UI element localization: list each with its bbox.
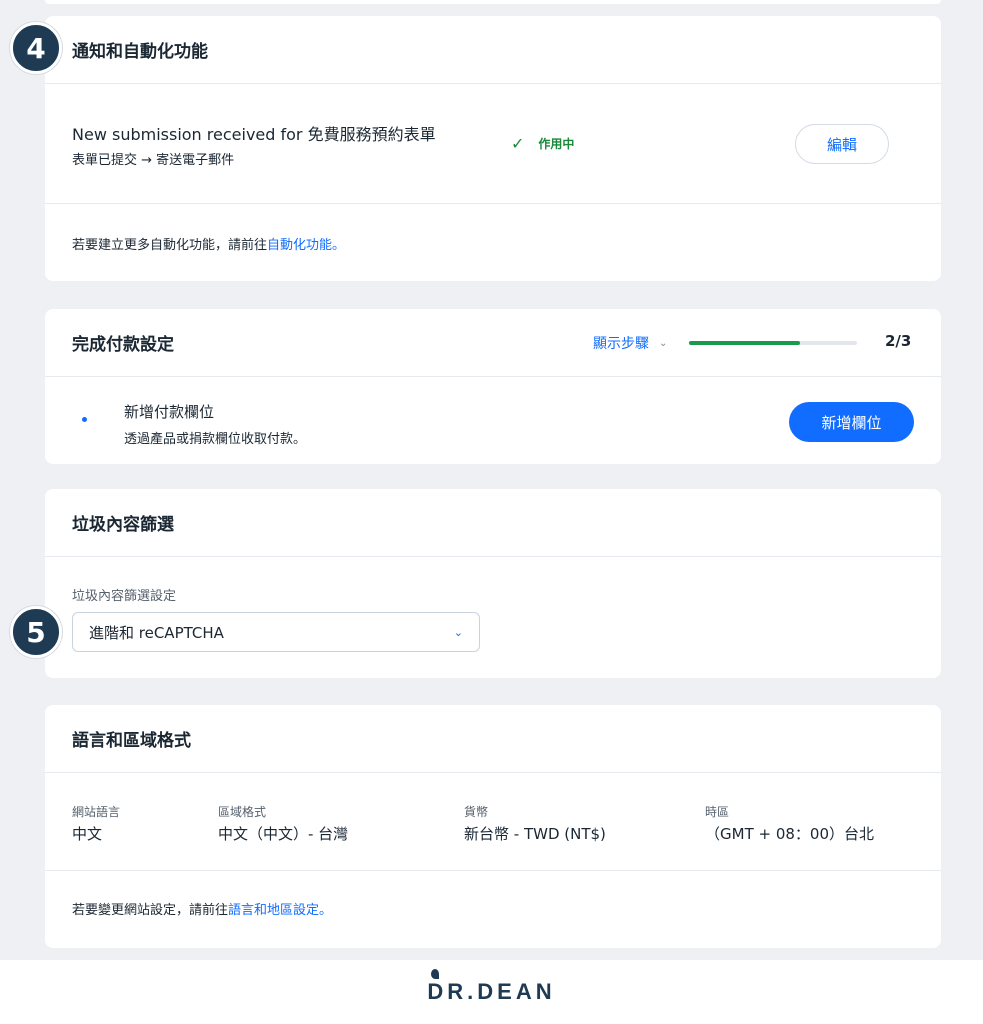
edit-button[interactable]: 編輯 — [795, 124, 889, 164]
automation-item: New submission received for 免費服務預約表單 表單已… — [45, 84, 941, 204]
spam-filter-select[interactable]: 進階和 reCAPTCHA ⌄ — [72, 612, 480, 652]
step-number: 5 — [26, 615, 46, 649]
logo-wordmark: DR.DEAN — [427, 969, 556, 1005]
language-footer: 若要變更網站設定，請前往語言和地區設定。 — [45, 871, 941, 947]
chevron-down-icon: ⌄ — [659, 337, 668, 349]
language-footer-text: 若要變更網站設定，請前往語言和地區設定。 — [72, 899, 332, 918]
add-field-button[interactable]: 新增欄位 — [789, 402, 914, 442]
language-footer-prefix: 若要變更網站設定，請前往 — [72, 903, 229, 918]
payment-item: 新增付款欄位 透過產品或捐款欄位收取付款。 新增欄位 — [45, 377, 941, 464]
progress-bar — [689, 341, 857, 345]
step-number: 4 — [26, 31, 46, 65]
automation-footer-text: 若要建立更多自動化功能，請前往自動化功能。 — [72, 234, 345, 253]
language-header: 語言和區域格式 — [45, 705, 941, 773]
spam-field-label: 垃圾內容篩選設定 — [72, 589, 177, 604]
check-icon: ✓ — [511, 134, 525, 153]
step-badge-4: 4 — [10, 22, 62, 74]
show-steps-label: 顯示步驟 — [593, 336, 649, 352]
language-card: 語言和區域格式 網站語言 中文 區域格式 中文（中文）- 台灣 貨幣 新台幣 -… — [45, 705, 941, 948]
payment-header: 完成付款設定 顯示步驟 ⌄ 2/3 — [45, 309, 941, 377]
logo-drop-icon — [431, 969, 440, 979]
automation-footer: 若要建立更多自動化功能，請前往自動化功能。 — [45, 204, 941, 280]
previous-card-edge — [45, 0, 941, 4]
payment-card: 完成付款設定 顯示步驟 ⌄ 2/3 新增付款欄位 透過產品或捐款欄位收取付款。 … — [45, 309, 941, 464]
site-language-label: 網站語言 — [72, 805, 121, 819]
automation-title: 通知和自動化功能 — [72, 42, 208, 62]
bullet-dot-icon — [82, 417, 87, 422]
site-language-value: 中文 — [72, 825, 103, 843]
payment-item-title: 新增付款欄位 — [124, 403, 215, 421]
progress-count: 2/3 — [885, 332, 912, 350]
status-badge: ✓ 作用中 — [511, 134, 574, 153]
progress-fill — [689, 341, 800, 345]
automation-footer-prefix: 若要建立更多自動化功能，請前往 — [72, 238, 268, 253]
language-title: 語言和區域格式 — [72, 731, 191, 751]
spam-filter-value: 進階和 reCAPTCHA — [89, 623, 224, 642]
status-text: 作用中 — [538, 137, 575, 151]
regional-format-value: 中文（中文）- 台灣 — [218, 825, 349, 843]
spam-card: 垃圾內容篩選 垃圾內容篩選設定 進階和 reCAPTCHA ⌄ — [45, 489, 941, 678]
language-settings-link[interactable]: 語言和地區設定。 — [228, 903, 332, 918]
automation-card: 通知和自動化功能 New submission received for 免費服… — [45, 16, 941, 281]
spam-header: 垃圾內容篩選 — [45, 489, 941, 557]
language-details: 網站語言 中文 區域格式 中文（中文）- 台灣 貨幣 新台幣 - TWD (NT… — [45, 773, 941, 871]
step-badge-5: 5 — [10, 606, 62, 658]
payment-item-subtitle: 透過產品或捐款欄位收取付款。 — [124, 432, 307, 447]
chevron-down-icon: ⌄ — [453, 625, 463, 639]
spam-title: 垃圾內容篩選 — [72, 515, 174, 535]
show-steps-toggle[interactable]: 顯示步驟 ⌄ — [593, 333, 667, 353]
timezone-label: 時區 — [705, 805, 730, 819]
currency-value: 新台幣 - TWD (NT$) — [464, 825, 606, 843]
brand-logo: DR.DEAN — [0, 960, 983, 1024]
currency-label: 貨幣 — [464, 805, 489, 819]
payment-title: 完成付款設定 — [72, 335, 174, 355]
timezone-value: （GMT + 08：00）台北 — [705, 825, 875, 843]
regional-format-label: 區域格式 — [218, 805, 267, 819]
automation-header: 通知和自動化功能 — [45, 16, 941, 84]
automation-item-subtitle: 表單已提交 → 寄送電子郵件 — [72, 153, 235, 168]
automation-link[interactable]: 自動化功能。 — [267, 238, 345, 253]
automation-item-title: New submission received for 免費服務預約表單 — [72, 125, 436, 144]
logo-text: DR.DEAN — [427, 979, 556, 1004]
